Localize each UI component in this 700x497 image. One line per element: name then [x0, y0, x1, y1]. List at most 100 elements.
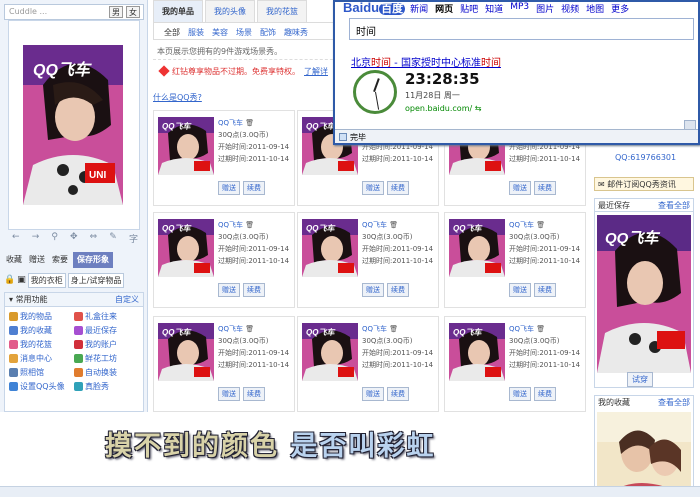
function-item[interactable]: 消息中心	[9, 353, 74, 364]
baidu-logo[interactable]: Baidu 百度	[343, 0, 406, 16]
result-title-link[interactable]: 北京时间 - 国家授时中心标准时间	[351, 54, 501, 69]
item-thumbnail[interactable]: QQ飞车	[449, 219, 505, 277]
function-item[interactable]: 礼盒往来	[74, 311, 139, 322]
trash-icon[interactable]: 🗑	[245, 325, 254, 333]
item-name[interactable]: QQ飞车	[509, 325, 534, 333]
item-thumbnail[interactable]: QQ飞车	[302, 219, 358, 277]
nav-zhidao[interactable]: 知道	[485, 2, 503, 15]
subcat-scene[interactable]: 场景	[236, 27, 252, 37]
item-thumbnail[interactable]: QQ飞车	[449, 323, 505, 381]
tab-my-basket[interactable]: 我的花篮	[257, 0, 307, 22]
item-thumbnail[interactable]: QQ飞车	[158, 323, 214, 381]
renew-item-button[interactable]: 续费	[534, 283, 556, 297]
try-on-button[interactable]: 试穿	[627, 372, 653, 387]
trash-icon[interactable]: 🗑	[245, 221, 254, 229]
worn-items-button[interactable]: 身上/试穿物品	[67, 272, 125, 288]
renew-item-button[interactable]: 续费	[243, 283, 265, 297]
gift-item-button[interactable]: 赠送	[362, 181, 384, 195]
my-closet-button[interactable]: 我的衣柜	[27, 272, 66, 288]
renew-item-button[interactable]: 续费	[243, 387, 265, 401]
item-thumbnail[interactable]: QQ飞车	[158, 117, 214, 175]
gender-male-button[interactable]: 男	[109, 6, 123, 18]
what-is-qqshow-link[interactable]: 什么是QQ秀?	[153, 92, 202, 103]
gift-item-button[interactable]: 赠送	[362, 283, 384, 297]
trash-icon[interactable]: 🗑	[245, 119, 254, 127]
collapse-icon[interactable]: ▾	[9, 295, 13, 304]
customize-link[interactable]: 自定义	[115, 294, 139, 305]
renew-item-button[interactable]: 续费	[534, 181, 556, 195]
function-item[interactable]: 我的收藏	[9, 325, 74, 336]
zoom-icon[interactable]: ⚲	[51, 232, 58, 246]
item-card[interactable]: QQ飞车 QQ飞车 🗑 30Q点(3.0Q币) 开始时间:2011-09-14 过期时间…	[444, 212, 586, 308]
subcat-fun[interactable]: 趣味秀	[284, 27, 308, 37]
nav-web[interactable]: 网页	[435, 2, 453, 15]
renew-item-button[interactable]: 续费	[243, 181, 265, 195]
gift-item-button[interactable]: 赠送	[218, 181, 240, 195]
gift-item-button[interactable]: 赠送	[218, 387, 240, 401]
nav-more[interactable]: 更多	[611, 2, 629, 15]
subcat-beauty[interactable]: 美容	[212, 27, 228, 37]
save-avatar-button[interactable]: 保存形象	[73, 252, 113, 268]
gift-item-button[interactable]: 赠送	[509, 387, 531, 401]
trash-icon[interactable]: 🗑	[389, 325, 398, 333]
function-item[interactable]: 我的账户	[74, 339, 139, 350]
trash-icon[interactable]: 🗑	[536, 325, 545, 333]
move-icon[interactable]: ✥	[70, 232, 78, 246]
subcat-accessory[interactable]: 配饰	[260, 27, 276, 37]
function-item[interactable]: 自动换装	[74, 367, 139, 378]
reset-icon[interactable]: ⇔	[90, 232, 98, 246]
function-item[interactable]: 鲜花工坊	[74, 353, 139, 364]
renew-item-button[interactable]: 续费	[387, 181, 409, 195]
item-name[interactable]: QQ飞车	[362, 221, 387, 229]
item-name[interactable]: QQ飞车	[362, 325, 387, 333]
function-item[interactable]: 我的花篮	[9, 339, 74, 350]
function-item[interactable]: 照相馆	[9, 367, 74, 378]
item-name[interactable]: QQ飞车	[218, 119, 243, 127]
recent-avatar-photo[interactable]: QQ飞车	[597, 215, 691, 373]
item-card[interactable]: QQ飞车 QQ飞车 🗑 30Q点(3.0Q币) 开始时间:2011-09-14 过期时间…	[297, 316, 439, 412]
gender-female-button[interactable]: 女	[126, 6, 140, 18]
nav-mp3[interactable]: MP3	[510, 2, 529, 15]
item-thumbnail[interactable]: QQ飞车	[158, 219, 214, 277]
subcat-all[interactable]: 全部	[164, 27, 180, 37]
tool-icon[interactable]: ✎	[109, 232, 117, 246]
gift-button[interactable]: 赠送	[27, 252, 47, 268]
item-name[interactable]: QQ飞车	[509, 221, 534, 229]
share-icon[interactable]: ⇆	[475, 104, 482, 113]
qq-number[interactable]: QQ:619766301	[615, 153, 676, 162]
learn-more-link[interactable]: 了解详	[304, 66, 328, 77]
renew-item-button[interactable]: 续费	[387, 283, 409, 297]
function-item[interactable]: 我的物品	[9, 311, 74, 322]
text-tool-button[interactable]: 字	[129, 232, 138, 246]
item-card[interactable]: QQ飞车 QQ飞车 🗑 30Q点(3.0Q币) 开始时间:2011-09-14 过期时间…	[297, 212, 439, 308]
function-item[interactable]: 最近保存	[74, 325, 139, 336]
renew-item-button[interactable]: 续费	[534, 387, 556, 401]
arrow-right-icon[interactable]: →	[32, 232, 40, 246]
subscribe-news-button[interactable]: ✉ 邮件订阅QQ秀资讯	[594, 177, 694, 191]
collection-photo[interactable]	[597, 412, 691, 496]
recent-view-all-link[interactable]: 查看全部	[658, 200, 690, 211]
item-thumbnail[interactable]: QQ飞车	[302, 323, 358, 381]
gift-item-button[interactable]: 赠送	[509, 181, 531, 195]
nav-video[interactable]: 视频	[561, 2, 579, 15]
function-item[interactable]: 真脸秀	[74, 381, 139, 392]
gift-item-button[interactable]: 赠送	[509, 283, 531, 297]
closet-icon[interactable]: ▣	[17, 275, 26, 285]
item-card[interactable]: QQ飞车 QQ飞车 🗑 30Q点(3.0Q币) 开始时间:2011-09-14 过期时间…	[153, 110, 295, 206]
nav-map[interactable]: 地图	[586, 2, 604, 15]
trash-icon[interactable]: 🗑	[389, 221, 398, 229]
item-card[interactable]: QQ飞车 QQ飞车 🗑 30Q点(3.0Q币) 开始时间:2011-09-14 过期时间…	[444, 316, 586, 412]
renew-item-button[interactable]: 续费	[387, 387, 409, 401]
arrow-left-icon[interactable]: ←	[12, 232, 20, 246]
item-name[interactable]: QQ飞车	[218, 325, 243, 333]
item-card[interactable]: QQ飞车 QQ飞车 🗑 30Q点(3.0Q币) 开始时间:2011-09-14 过期时间…	[153, 212, 295, 308]
collection-view-all-link[interactable]: 查看全部	[658, 397, 690, 408]
subcat-clothing[interactable]: 服装	[188, 27, 204, 37]
nav-images[interactable]: 图片	[536, 2, 554, 15]
nav-news[interactable]: 新闻	[410, 2, 428, 15]
collect-button[interactable]: 收藏	[4, 252, 24, 268]
nav-tieba[interactable]: 贴吧	[460, 2, 478, 15]
lock-icon[interactable]: 🔒	[4, 275, 15, 285]
tab-my-avatar[interactable]: 我的头像	[205, 0, 255, 22]
gift-item-button[interactable]: 赠送	[362, 387, 384, 401]
